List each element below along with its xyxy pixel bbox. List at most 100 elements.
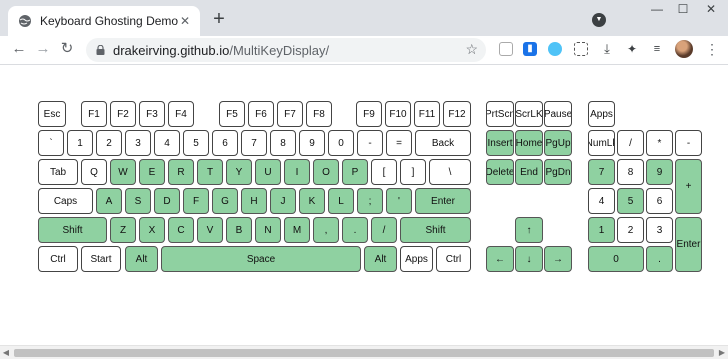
close-window-button[interactable]: ✕	[700, 2, 722, 16]
key-np-add: +	[675, 159, 702, 214]
key-np6: 6	[646, 188, 673, 214]
key-f7: F7	[277, 101, 303, 127]
key-np5: 5	[617, 188, 644, 214]
key-pgdn: PgDn	[544, 159, 572, 185]
key-d3: 3	[125, 130, 151, 156]
key-x: X	[139, 217, 165, 243]
key-f11: F11	[414, 101, 440, 127]
reload-button[interactable]: ↻	[58, 40, 76, 58]
key-np-div: /	[617, 130, 644, 156]
key-slash: /	[371, 217, 397, 243]
key-pgup: PgUp	[544, 130, 572, 156]
download-icon[interactable]: ⤓	[600, 42, 614, 56]
profile-avatar[interactable]	[675, 40, 693, 58]
key-f3: F3	[139, 101, 165, 127]
back-button[interactable]: ←	[10, 40, 28, 58]
horizontal-scrollbar[interactable]: ◀ ▶	[0, 345, 728, 359]
address-bar[interactable]: drakeirving.github.io/MultiKeyDisplay/ ☆	[86, 38, 486, 62]
key-np-sub: -	[675, 130, 702, 156]
key-d: D	[154, 188, 180, 214]
key-np8: 8	[617, 159, 644, 185]
scroll-right-icon[interactable]: ▶	[716, 346, 728, 360]
key-left: ←	[486, 246, 514, 272]
key-f9: F9	[356, 101, 382, 127]
toolbar-divider	[0, 64, 728, 65]
key-tab: Tab	[38, 159, 78, 185]
url-path: /MultiKeyDisplay/	[229, 42, 330, 58]
key-d9: 9	[299, 130, 325, 156]
key-f1: F1	[81, 101, 107, 127]
key-rbracket: ]	[400, 159, 426, 185]
key-lalt: Alt	[125, 246, 158, 272]
key-np-mul: *	[646, 130, 673, 156]
key-apps: Apps	[400, 246, 433, 272]
tab-title: Keyboard Ghosting Demonstratio	[40, 14, 178, 28]
key-d6: 6	[212, 130, 238, 156]
maximize-button[interactable]: ☐	[672, 2, 694, 16]
screenshot-extension-icon[interactable]	[499, 42, 513, 56]
key-f: F	[183, 188, 209, 214]
key-y: Y	[226, 159, 252, 185]
key-f6: F6	[248, 101, 274, 127]
key-rctrl: Ctrl	[436, 246, 471, 272]
key-rshift: Shift	[400, 217, 471, 243]
reader-extension-icon[interactable]: ▮	[523, 42, 537, 56]
key-period: .	[342, 217, 368, 243]
extensions-puzzle-icon[interactable]: ✦	[625, 42, 639, 56]
key-u: U	[255, 159, 281, 185]
key-np-enter: Enter	[675, 217, 702, 272]
key-np1: 1	[588, 217, 615, 243]
key-np3: 3	[646, 217, 673, 243]
tab-search-icon[interactable]: ▼	[592, 13, 606, 27]
key-backtick: `	[38, 130, 64, 156]
forward-button[interactable]: →	[34, 40, 52, 58]
new-tab-button[interactable]: +	[208, 9, 230, 29]
key-k: K	[299, 188, 325, 214]
close-tab-icon[interactable]: ✕	[178, 14, 192, 28]
key-lbracket: [	[371, 159, 397, 185]
key-apps-top: Apps	[588, 101, 615, 127]
key-d4: 4	[154, 130, 180, 156]
key-h: H	[241, 188, 267, 214]
key-m: M	[284, 217, 310, 243]
key-n: N	[255, 217, 281, 243]
key-d5: 5	[183, 130, 209, 156]
bookmark-star-icon[interactable]: ☆	[465, 41, 478, 58]
key-d0: 0	[328, 130, 354, 156]
qr-code-icon[interactable]	[574, 42, 588, 56]
key-f12: F12	[443, 101, 471, 127]
key-q: Q	[81, 159, 107, 185]
cloud-extension-icon[interactable]	[548, 42, 562, 56]
key-f4: F4	[168, 101, 194, 127]
key-z: Z	[110, 217, 136, 243]
key-g: G	[212, 188, 238, 214]
key-enter: Enter	[415, 188, 471, 214]
reading-list-icon[interactable]: ≡	[650, 42, 664, 56]
key-w: W	[110, 159, 136, 185]
key-np7: 7	[588, 159, 615, 185]
key-np0: 0	[588, 246, 644, 272]
key-scrlk: ScrLK	[515, 101, 543, 127]
key-pause: Pause	[544, 101, 572, 127]
key-caps: Caps	[38, 188, 93, 214]
key-backslash: \	[429, 159, 471, 185]
key-quote: '	[386, 188, 412, 214]
key-f2: F2	[110, 101, 136, 127]
key-numlk: NumLk	[588, 130, 615, 156]
scrollbar-thumb[interactable]	[14, 349, 714, 357]
key-up: ↑	[515, 217, 543, 243]
minimize-button[interactable]: —	[646, 2, 668, 16]
key-np9: 9	[646, 159, 673, 185]
lock-icon	[96, 45, 105, 55]
key-end: End	[515, 159, 543, 185]
key-t: T	[197, 159, 223, 185]
globe-icon	[19, 15, 31, 27]
key-b: B	[226, 217, 252, 243]
browser-tab[interactable]: Keyboard Ghosting Demonstratio ✕	[8, 6, 200, 36]
browser-menu-icon[interactable]: ⋮	[705, 40, 719, 58]
key-semicolon: ;	[357, 188, 383, 214]
scroll-left-icon[interactable]: ◀	[0, 346, 12, 360]
key-j: J	[270, 188, 296, 214]
key-space: Space	[161, 246, 361, 272]
key-lshift: Shift	[38, 217, 107, 243]
